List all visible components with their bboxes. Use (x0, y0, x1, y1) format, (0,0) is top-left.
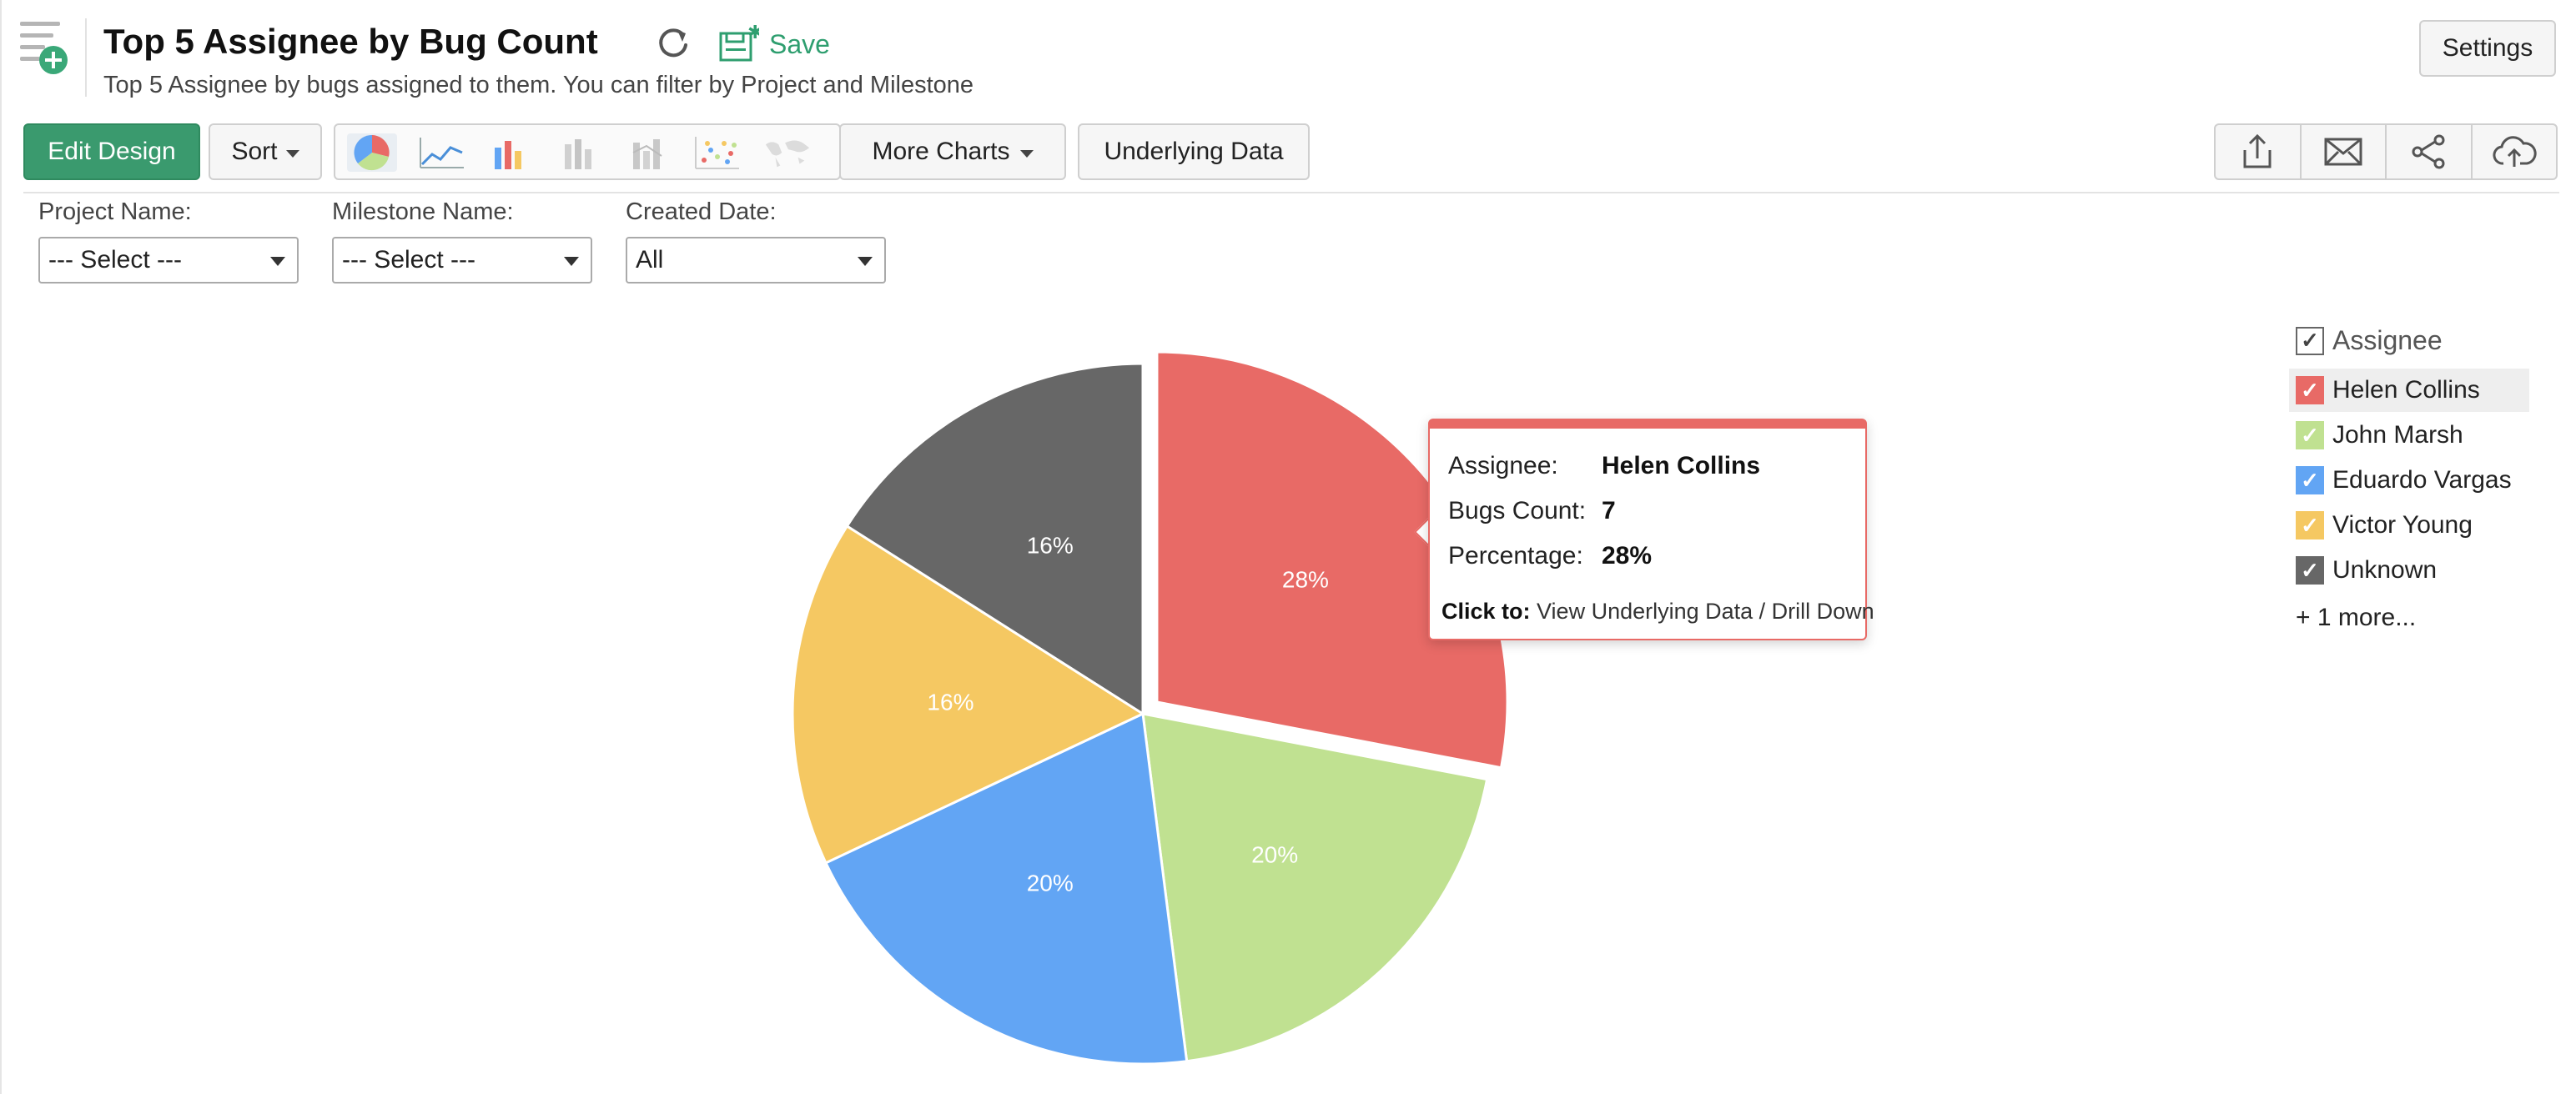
pie-data-label: 28% (1282, 567, 1329, 593)
milestone-name-select[interactable]: --- Select --- (332, 237, 592, 284)
chart-tooltip: Assignee: Helen Collins Bugs Count: 7 Perc… (1428, 419, 1874, 640)
email-icon[interactable] (2302, 125, 2387, 178)
save-label: Save (769, 28, 830, 59)
created-date-filter-label: Created Date: (626, 198, 777, 225)
checkbox-icon[interactable]: ✓ (2296, 421, 2324, 449)
settings-button[interactable]: Settings (2419, 20, 2556, 77)
combo-bar-icon[interactable] (624, 133, 674, 172)
legend-item-eduardo-vargas[interactable]: ✓ Eduardo Vargas (2289, 459, 2529, 502)
legend-item-unknown[interactable]: ✓ Unknown (2289, 549, 2529, 592)
more-charts-label: More Charts (872, 138, 1010, 165)
legend-header[interactable]: ✓ Assignee (2296, 325, 2443, 356)
legend-label: Helen Collins (2332, 376, 2480, 404)
legend-label: John Marsh (2332, 421, 2463, 449)
dropdown-arrow-icon (270, 257, 285, 266)
legend-item-victor-young[interactable]: ✓ Victor Young (2289, 504, 2529, 547)
legend-more-link[interactable]: + 1 more... (2296, 604, 2416, 632)
checkbox-icon[interactable]: ✓ (2296, 511, 2324, 539)
legend-item-helen-collins[interactable]: ✓ Helen Collins (2289, 369, 2529, 412)
legend-title: Assignee (2332, 325, 2443, 355)
tooltip-pct-key: Percentage: (1448, 542, 1583, 570)
checkbox-icon[interactable]: ✓ (2296, 326, 2324, 355)
legend-label: Unknown (2332, 556, 2438, 584)
refresh-icon[interactable] (656, 25, 691, 60)
save-icon: ✱ (719, 25, 759, 62)
project-select-value: --- Select --- (48, 246, 182, 274)
created-date-select-value: All (636, 246, 664, 274)
header-divider (85, 18, 87, 97)
sort-label: Sort (231, 138, 278, 165)
pie-slice-john-marsh[interactable] (1141, 712, 1489, 1063)
chevron-down-icon (285, 149, 299, 158)
page-title: Top 5 Assignee by Bug Count (103, 22, 598, 61)
tooltip-count-key: Bugs Count: (1448, 497, 1587, 524)
project-name-select[interactable]: --- Select --- (38, 237, 299, 284)
milestone-select-value: --- Select --- (342, 246, 475, 274)
chart-type-switcher (334, 123, 841, 180)
tooltip-click-actions[interactable]: View Underlying Data / Drill Down (1537, 599, 1874, 624)
edit-design-button[interactable]: Edit Design (23, 123, 200, 180)
pie-data-label: 20% (1251, 841, 1298, 867)
sort-button[interactable]: Sort (209, 123, 322, 180)
legend-item-john-marsh[interactable]: ✓ John Marsh (2289, 414, 2529, 457)
publish-cloud-icon[interactable] (2473, 125, 2557, 178)
chevron-down-icon (1019, 149, 1034, 158)
pie-chart-icon[interactable] (347, 133, 397, 172)
page-subtitle: Top 5 Assignee by bugs assigned to them.… (103, 72, 974, 98)
tooltip-pct-value: 28% (1602, 542, 1653, 570)
page-border (0, 0, 2, 1094)
created-date-select[interactable]: All (626, 237, 886, 284)
milestone-filter-label: Milestone Name: (332, 198, 514, 225)
legend-label: Eduardo Vargas (2332, 466, 2512, 494)
bar-chart-icon[interactable] (486, 133, 536, 172)
pie-data-label: 16% (1027, 533, 1074, 559)
checkbox-icon[interactable]: ✓ (2296, 556, 2324, 585)
checkbox-icon[interactable]: ✓ (2296, 466, 2324, 494)
pie-data-label: 20% (1027, 870, 1074, 896)
tooltip-click-prefix: Click to: (1441, 599, 1531, 624)
more-charts-button[interactable]: More Charts (839, 123, 1066, 180)
dropdown-arrow-icon (858, 257, 873, 266)
tooltip-assignee-value: Helen Collins (1602, 452, 1761, 479)
line-chart-icon[interactable] (417, 133, 467, 172)
checkbox-icon[interactable]: ✓ (2296, 376, 2324, 404)
legend-label: Victor Young (2332, 511, 2473, 539)
export-icon[interactable] (2216, 125, 2302, 178)
toolbar-divider (23, 192, 2559, 193)
share-actions-group (2214, 123, 2558, 180)
dropdown-arrow-icon (564, 257, 579, 266)
pie-data-label: 16% (927, 689, 974, 715)
scatter-chart-icon[interactable] (692, 133, 742, 172)
stacked-bar-icon[interactable] (556, 133, 606, 172)
underlying-data-button[interactable]: Underlying Data (1078, 123, 1310, 180)
tooltip-assignee-key: Assignee: (1448, 452, 1558, 479)
save-button[interactable]: ✱ Save (719, 22, 830, 67)
project-filter-label: Project Name: (38, 198, 192, 225)
share-icon[interactable] (2387, 125, 2473, 178)
svg-text:✱: ✱ (747, 25, 759, 43)
dashboard-menu-icon[interactable] (18, 18, 72, 78)
map-chart-icon[interactable] (762, 133, 813, 172)
tooltip-count-value: 7 (1602, 497, 1616, 524)
